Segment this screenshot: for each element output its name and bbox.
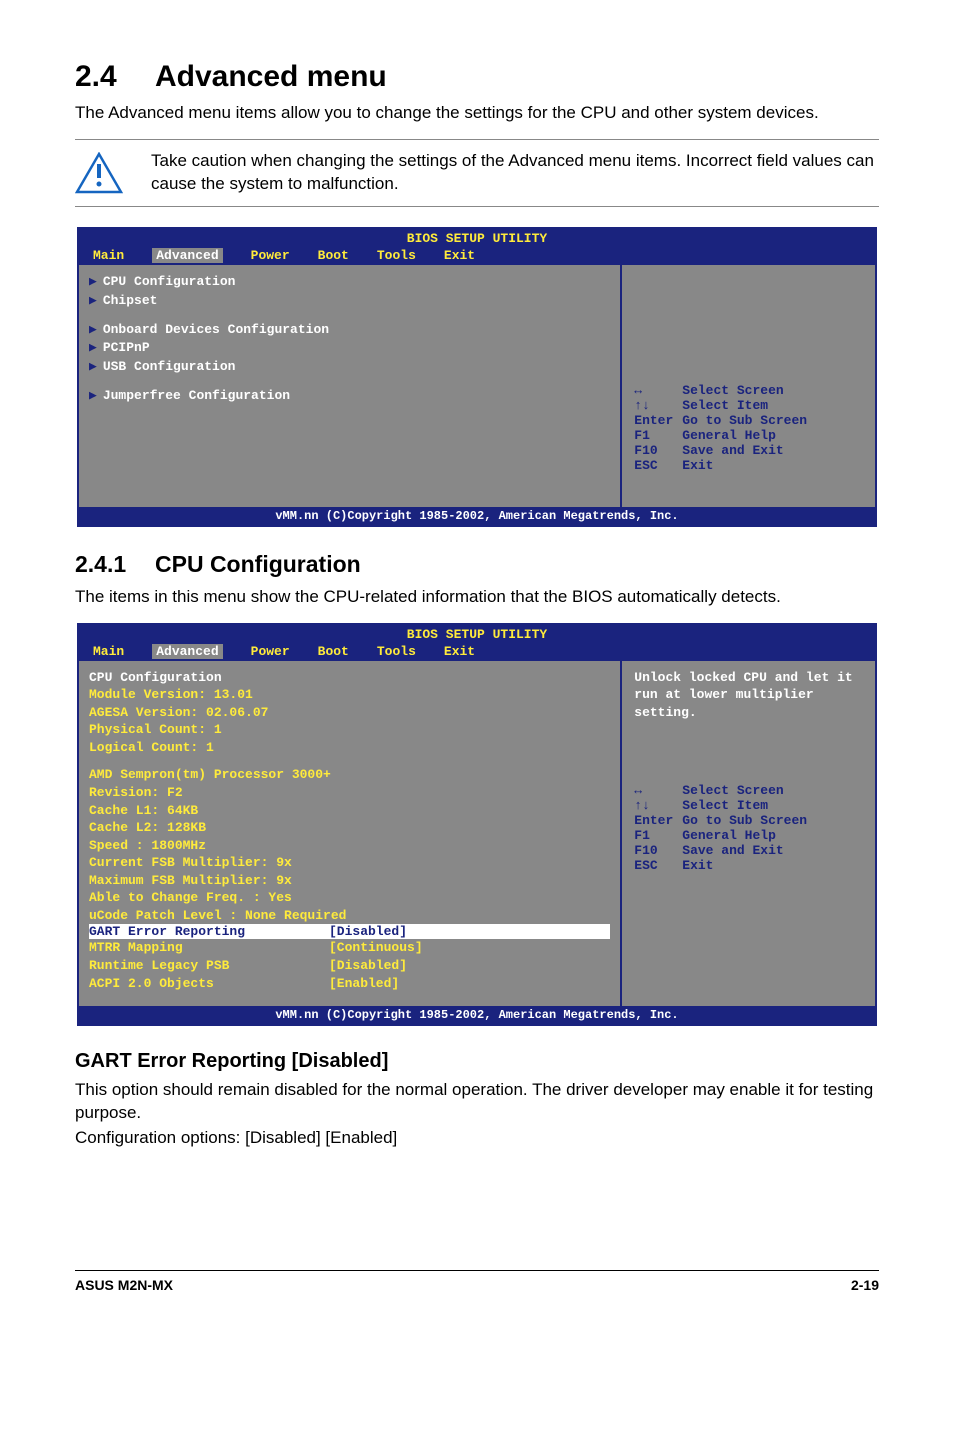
tab-advanced: Advanced bbox=[152, 248, 222, 263]
bios-title: BIOS SETUP UTILITY bbox=[79, 625, 875, 644]
bios-title: BIOS SETUP UTILITY bbox=[79, 229, 875, 248]
bios-key-legend: ↔Select Screen ↑↓Select Item EnterGo to … bbox=[634, 383, 863, 473]
submenu-arrow-icon: ▶ bbox=[89, 388, 97, 403]
bios-cpu-panel: CPU Configuration Module Version: 13.01 … bbox=[79, 661, 620, 1006]
tab-tools: Tools bbox=[377, 644, 416, 659]
opt-gart: GART Error Reporting[Disabled] bbox=[89, 924, 610, 939]
bios-tabs: Main Advanced Power Boot Tools Exit bbox=[79, 644, 875, 661]
menu-chipset: ▶Chipset bbox=[89, 292, 610, 311]
tab-main: Main bbox=[93, 644, 124, 659]
physical-count: Physical Count: 1 bbox=[89, 721, 610, 739]
tab-advanced: Advanced bbox=[152, 644, 222, 659]
cpu-config-header: CPU Configuration bbox=[89, 669, 610, 687]
warning-text: Take caution when changing the settings … bbox=[151, 150, 879, 196]
menu-pcipnp: ▶PCIPnP bbox=[89, 339, 610, 358]
section-number: 2.4 bbox=[75, 60, 155, 94]
bios-tabs: Main Advanced Power Boot Tools Exit bbox=[79, 248, 875, 265]
submenu-arrow-icon: ▶ bbox=[89, 359, 97, 374]
tab-power: Power bbox=[251, 248, 290, 263]
menu-onboard-devices: ▶Onboard Devices Configuration bbox=[89, 321, 610, 340]
gart-body-2: Configuration options: [Disabled] [Enabl… bbox=[75, 1127, 879, 1150]
tab-main: Main bbox=[93, 248, 124, 263]
menu-jumperfree: ▶Jumperfree Configuration bbox=[89, 387, 610, 406]
help-text: Unlock locked CPU and let it run at lowe… bbox=[634, 669, 863, 722]
max-fsb: Maximum FSB Multiplier: 9x bbox=[89, 872, 610, 890]
page-footer: ASUS M2N-MX 2-19 bbox=[75, 1270, 879, 1293]
agesa-version: AGESA Version: 02.06.07 bbox=[89, 704, 610, 722]
section-title: 2.4Advanced menu bbox=[75, 60, 879, 94]
menu-cpu-config: ▶CPU Configuration bbox=[89, 273, 610, 292]
module-version: Module Version: 13.01 bbox=[89, 686, 610, 704]
submenu-arrow-icon: ▶ bbox=[89, 322, 97, 337]
cache-l2: Cache L2: 128KB bbox=[89, 819, 610, 837]
bios-screenshot-advanced: BIOS SETUP UTILITY Main Advanced Power B… bbox=[77, 227, 877, 527]
tab-exit: Exit bbox=[444, 644, 475, 659]
bios-help-panel: ↔Select Screen ↑↓Select Item EnterGo to … bbox=[620, 265, 875, 507]
gart-heading: GART Error Reporting [Disabled] bbox=[75, 1050, 879, 1073]
opt-acpi: ACPI 2.0 Objects[Enabled] bbox=[89, 975, 610, 993]
bios-footer: vMM.nn (C)Copyright 1985-2002, American … bbox=[79, 507, 875, 525]
subsection-title: 2.4.1CPU Configuration bbox=[75, 551, 879, 578]
bios-footer: vMM.nn (C)Copyright 1985-2002, American … bbox=[79, 1006, 875, 1024]
tab-exit: Exit bbox=[444, 248, 475, 263]
footer-left: ASUS M2N-MX bbox=[75, 1277, 173, 1293]
footer-right: 2-19 bbox=[851, 1277, 879, 1293]
subsection-number: 2.4.1 bbox=[75, 551, 155, 578]
tab-boot: Boot bbox=[318, 644, 349, 659]
bios-menu-panel: ▶CPU Configuration ▶Chipset ▶Onboard Dev… bbox=[79, 265, 620, 507]
submenu-arrow-icon: ▶ bbox=[89, 274, 97, 289]
tab-power: Power bbox=[251, 644, 290, 659]
section-name: Advanced menu bbox=[155, 60, 387, 93]
opt-mtrr: MTRR Mapping[Continuous] bbox=[89, 939, 610, 957]
submenu-arrow-icon: ▶ bbox=[89, 340, 97, 355]
ucode-patch: uCode Patch Level : None Required bbox=[89, 907, 610, 925]
intro-text: The Advanced menu items allow you to cha… bbox=[75, 102, 879, 125]
revision: Revision: F2 bbox=[89, 784, 610, 802]
bios-help-panel: Unlock locked CPU and let it run at lowe… bbox=[620, 661, 875, 1006]
change-freq: Able to Change Freq. : Yes bbox=[89, 889, 610, 907]
speed: Speed : 1800MHz bbox=[89, 837, 610, 855]
opt-runtime-psb: Runtime Legacy PSB[Disabled] bbox=[89, 957, 610, 975]
logical-count: Logical Count: 1 bbox=[89, 739, 610, 757]
current-fsb: Current FSB Multiplier: 9x bbox=[89, 854, 610, 872]
warning-icon bbox=[75, 152, 123, 194]
tab-tools: Tools bbox=[377, 248, 416, 263]
subsection-name: CPU Configuration bbox=[155, 551, 361, 577]
gart-body-1: This option should remain disabled for t… bbox=[75, 1079, 879, 1125]
menu-usb-config: ▶USB Configuration bbox=[89, 358, 610, 377]
tab-boot: Boot bbox=[318, 248, 349, 263]
bios-key-legend: ↔Select Screen ↑↓Select Item EnterGo to … bbox=[634, 783, 863, 873]
submenu-arrow-icon: ▶ bbox=[89, 293, 97, 308]
subsection-intro: The items in this menu show the CPU-rela… bbox=[75, 586, 879, 609]
bios-screenshot-cpu: BIOS SETUP UTILITY Main Advanced Power B… bbox=[77, 623, 877, 1026]
cache-l1: Cache L1: 64KB bbox=[89, 802, 610, 820]
warning-box: Take caution when changing the settings … bbox=[75, 139, 879, 207]
processor-name: AMD Sempron(tm) Processor 3000+ bbox=[89, 766, 610, 784]
